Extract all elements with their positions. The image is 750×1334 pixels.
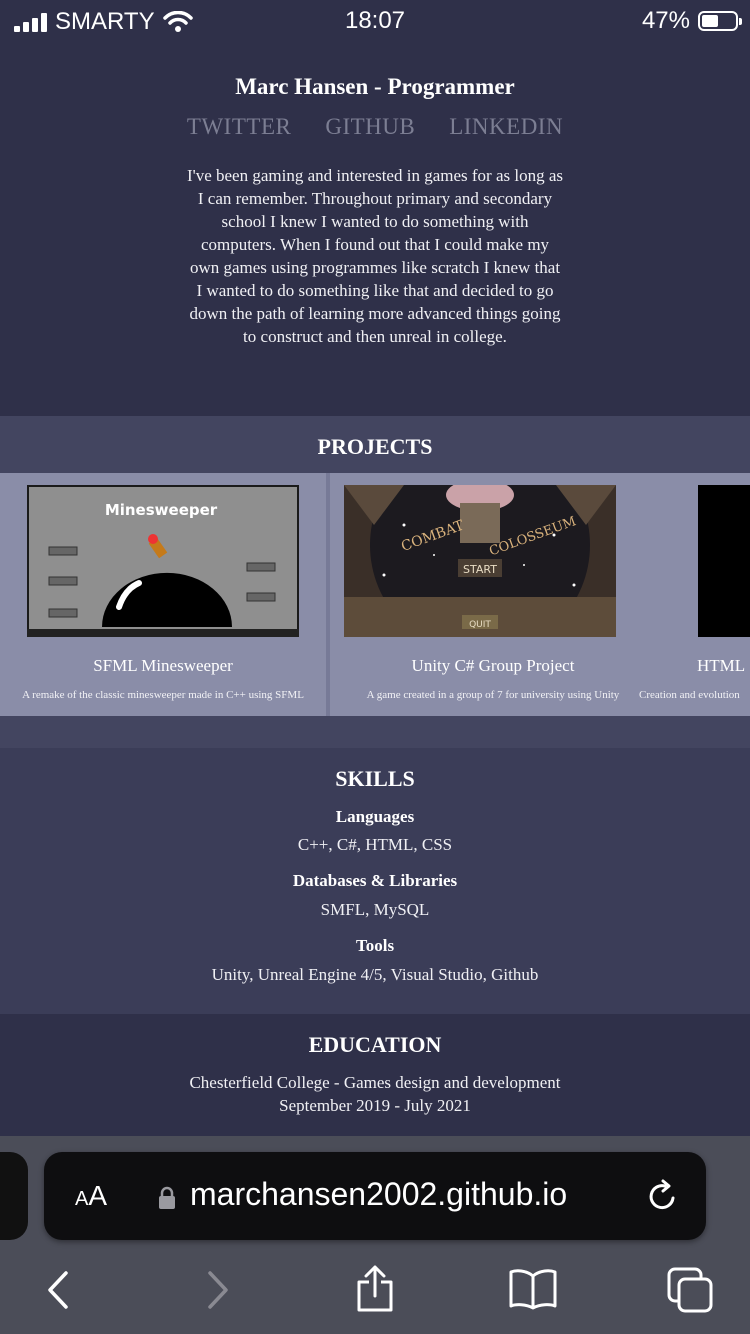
status-bar: SMARTY 18:07 47%: [0, 0, 750, 44]
education-heading: EDUCATION: [308, 1032, 442, 1057]
previous-tab-preview[interactable]: [0, 1152, 28, 1240]
skill-group-value: SMFL, MySQL: [320, 900, 430, 919]
project-description: A remake of the classic minesweeper made…: [22, 689, 304, 701]
tabs-icon[interactable]: [666, 1266, 714, 1314]
projects-carousel[interactable]: Minesweeper SFML Minesweeper A remake of…: [0, 473, 750, 716]
project-description: Creation and evolution: [639, 689, 740, 701]
project-title: SFML Minesweeper: [93, 656, 233, 675]
github-link[interactable]: GITHUB: [325, 114, 415, 140]
bookmarks-icon[interactable]: [508, 1268, 558, 1310]
project-card-html[interactable]: HTML Creation and evolution: [630, 473, 750, 716]
thumb-quit: QUIT: [469, 620, 491, 630]
projects-header: PROJECTS: [0, 416, 750, 473]
battery-icon: [698, 11, 742, 31]
html-thumbnail: [698, 485, 750, 637]
project-description: A game created in a group of 7 for unive…: [366, 689, 620, 701]
page-title: Marc Hansen - Programmer: [235, 74, 515, 99]
skill-group-value: C++, C#, HTML, CSS: [297, 835, 453, 854]
minesweeper-thumbnail: Minesweeper: [27, 485, 299, 637]
thumb-start: START: [463, 563, 497, 576]
project-title: Unity C# Group Project: [411, 656, 575, 675]
education-line: Chesterfield College - Games design and …: [189, 1073, 561, 1092]
combat-colosseum-thumbnail: COMBAT COLOSSEUM START QUIT: [344, 485, 616, 637]
share-icon[interactable]: [355, 1264, 395, 1314]
forward-icon[interactable]: [204, 1270, 232, 1310]
skill-group-value: Unity, Unreal Engine 4/5, Visual Studio,…: [211, 965, 539, 984]
project-title: HTML: [697, 656, 746, 675]
skill-group-label: Databases & Libraries: [292, 871, 458, 890]
skills-section: SKILLS Languages C++, C#, HTML, CSS Data…: [0, 748, 750, 1014]
reader-settings-button[interactable]: AA: [75, 1180, 107, 1212]
skills-heading: SKILLS: [335, 766, 415, 791]
twitter-link[interactable]: TWITTER: [187, 114, 291, 140]
project-card-minesweeper[interactable]: Minesweeper SFML Minesweeper A remake of…: [0, 473, 326, 716]
education-section: EDUCATION Chesterfield College - Games d…: [0, 1014, 750, 1136]
lock-icon: [159, 1186, 175, 1209]
social-links: TWITTER GITHUB LINKEDIN: [0, 114, 750, 140]
bio-text: I've been gaming and interested in games…: [186, 166, 563, 346]
section-divider: [0, 716, 750, 748]
linkedin-link[interactable]: LINKEDIN: [449, 114, 563, 140]
reload-icon[interactable]: [646, 1178, 680, 1214]
skill-group-label: Languages: [335, 807, 415, 826]
browser-toolbar: [0, 1265, 750, 1313]
profile-section: Marc Hansen - Programmer TWITTER GITHUB …: [0, 44, 750, 416]
clock: 18:07: [344, 7, 406, 34]
battery-percent: 47%: [641, 7, 690, 34]
skill-group-label: Tools: [355, 936, 395, 955]
back-icon[interactable]: [44, 1270, 72, 1310]
url-text[interactable]: marchansen2002.github.io: [190, 1176, 567, 1213]
education-line: September 2019 - July 2021: [279, 1096, 471, 1115]
projects-heading: PROJECTS: [317, 434, 433, 459]
minesweeper-thumb-title: Minesweeper: [105, 501, 218, 519]
address-bar[interactable]: AA marchansen2002.github.io: [44, 1152, 706, 1240]
browser-chrome: AA marchansen2002.github.io: [0, 1136, 750, 1334]
project-card-unity[interactable]: COMBAT COLOSSEUM START QUIT Unity C# Gro…: [330, 473, 656, 716]
